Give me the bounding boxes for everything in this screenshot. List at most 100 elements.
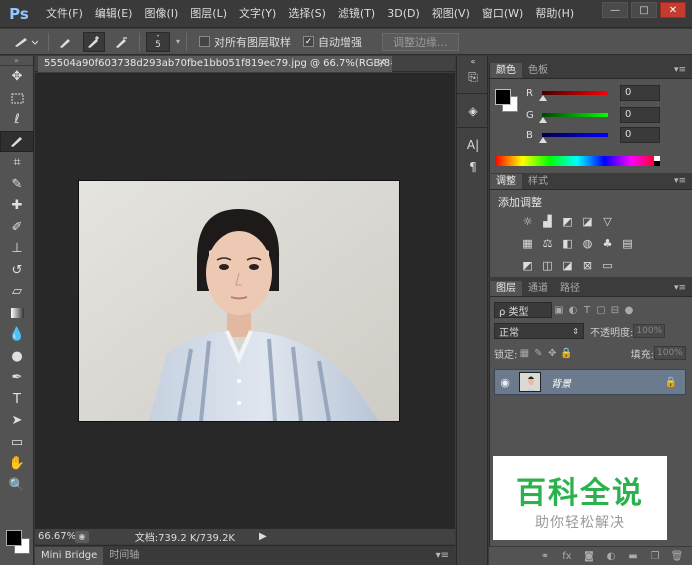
pen-tool-icon[interactable]: ✒ xyxy=(0,367,34,389)
panel-grip-icon[interactable]: » xyxy=(0,56,33,66)
menu-file[interactable]: 文件(F) xyxy=(40,0,89,28)
hand-tool-icon[interactable]: ✋ xyxy=(0,453,34,475)
black-white-icon[interactable]: ◧ xyxy=(560,236,575,250)
layer-style-icon[interactable]: fx xyxy=(560,550,574,562)
menu-image[interactable]: 图像(I) xyxy=(138,0,184,28)
blue-value-field[interactable]: 0 xyxy=(620,127,660,143)
layer-name[interactable]: 背景 xyxy=(551,375,571,390)
invert-icon[interactable]: ◩ xyxy=(520,258,535,272)
panel-menu-icon[interactable]: ▾≡ xyxy=(674,65,686,75)
curves-icon[interactable]: ◩ xyxy=(560,214,575,228)
type-filter-icon[interactable]: T xyxy=(580,304,594,316)
tab-timeline[interactable]: 时间轴 xyxy=(103,547,145,565)
green-slider[interactable] xyxy=(539,113,608,123)
gradient-tool-icon[interactable] xyxy=(0,303,34,325)
status-menu-arrow-icon[interactable]: ▶ xyxy=(259,531,267,542)
threshold-icon[interactable]: ◪ xyxy=(560,258,575,272)
channel-mixer-icon[interactable]: ♣ xyxy=(600,236,615,250)
add-mask-icon[interactable]: ◙ xyxy=(582,550,596,562)
healing-brush-tool-icon[interactable]: ✚ xyxy=(0,195,34,217)
refine-edge-button[interactable]: 调整边缘... xyxy=(382,32,459,51)
adjustment-filter-icon[interactable]: ◐ xyxy=(566,304,580,316)
panel-grip-icon[interactable]: « xyxy=(457,56,489,66)
menu-select[interactable]: 选择(S) xyxy=(282,0,332,28)
tab-color[interactable]: 颜色 xyxy=(490,63,522,78)
move-tool-icon[interactable]: ✥ xyxy=(0,66,34,88)
slider-thumb[interactable] xyxy=(539,137,547,143)
slider-thumb[interactable] xyxy=(539,95,547,101)
minimize-button[interactable]: — xyxy=(602,2,628,18)
dodge-tool-icon[interactable]: ● xyxy=(0,346,34,368)
foreground-color-swatch[interactable] xyxy=(6,530,22,546)
color-lookup-icon[interactable]: ▤ xyxy=(620,236,635,250)
lock-transparent-icon[interactable]: ▦ xyxy=(517,347,531,359)
checkbox-box[interactable] xyxy=(199,36,211,47)
lasso-tool-icon[interactable]: ℓ xyxy=(0,109,34,131)
smart-object-filter-icon[interactable]: ⊟ xyxy=(608,304,622,316)
hue-saturation-icon[interactable]: ▦ xyxy=(520,236,535,250)
visibility-eye-icon[interactable]: ◉ xyxy=(495,376,515,389)
close-button[interactable]: ✕ xyxy=(660,2,686,18)
new-adjustment-layer-icon[interactable]: ◐ xyxy=(604,550,618,562)
new-group-icon[interactable]: ▬ xyxy=(626,550,640,562)
document-photo[interactable] xyxy=(79,181,399,421)
foreground-color-swatch[interactable] xyxy=(495,89,511,105)
type-tool-icon[interactable]: T xyxy=(0,389,34,411)
tab-channels[interactable]: 通道 xyxy=(522,281,554,296)
red-slider[interactable] xyxy=(539,91,608,101)
menu-3d[interactable]: 3D(D) xyxy=(381,0,426,28)
selective-color-icon[interactable]: ⊠ xyxy=(580,258,595,272)
tool-preset-picker[interactable] xyxy=(8,32,42,52)
tab-layers[interactable]: 图层 xyxy=(490,281,522,296)
green-value-field[interactable]: 0 xyxy=(620,107,660,123)
delete-layer-icon[interactable]: 🗑 xyxy=(670,550,684,562)
tab-paths[interactable]: 路径 xyxy=(554,281,586,296)
subtract-from-selection-icon[interactable] xyxy=(111,32,133,52)
tab-styles[interactable]: 样式 xyxy=(522,174,554,189)
menu-edit[interactable]: 编辑(E) xyxy=(89,0,139,28)
brightness-contrast-icon[interactable]: ☼ xyxy=(520,214,535,228)
3d-panel-icon[interactable]: ◈ xyxy=(457,100,489,122)
shape-filter-icon[interactable]: ▢ xyxy=(594,304,608,316)
link-layers-icon[interactable]: ⚭ xyxy=(538,550,552,562)
gradient-map-icon[interactable]: ▭ xyxy=(600,258,615,272)
posterize-icon[interactable]: ◫ xyxy=(540,258,555,272)
panel-menu-icon[interactable]: ▾≡ xyxy=(674,283,686,293)
add-to-selection-icon[interactable] xyxy=(83,31,105,52)
photo-filter-icon[interactable]: ◍ xyxy=(580,236,595,250)
opacity-field[interactable]: 100% xyxy=(633,324,666,338)
maximize-button[interactable]: □ xyxy=(631,2,657,18)
brush-size-picker[interactable]: • 5 xyxy=(146,31,170,52)
color-swatches[interactable] xyxy=(4,524,32,554)
blue-slider[interactable] xyxy=(539,133,608,143)
eraser-tool-icon[interactable]: ▱ xyxy=(0,281,34,303)
document-tab[interactable]: 55504a90f603738d293ab70fbe1bb051f819ec79… xyxy=(38,56,392,72)
eyedropper-tool-icon[interactable]: ✎ xyxy=(0,174,34,196)
menu-window[interactable]: 窗口(W) xyxy=(476,0,529,28)
crop-tool-icon[interactable]: ⌗ xyxy=(0,152,34,174)
zoom-tool-icon[interactable]: 🔍 xyxy=(0,475,34,497)
new-selection-icon[interactable] xyxy=(55,32,77,52)
black-white-swatch[interactable] xyxy=(654,156,660,166)
clone-stamp-tool-icon[interactable]: ⊥ xyxy=(0,238,34,260)
brush-tool-icon[interactable]: ✐ xyxy=(0,217,34,239)
close-document-icon[interactable]: × xyxy=(378,57,390,68)
panel-menu-icon[interactable]: ▾≡ xyxy=(674,176,686,186)
tab-swatches[interactable]: 色板 xyxy=(522,63,554,78)
paragraph-panel-icon[interactable]: ¶ xyxy=(457,156,489,178)
canvas-area[interactable] xyxy=(35,73,455,528)
menu-type[interactable]: 文字(Y) xyxy=(233,0,282,28)
history-panel-icon[interactable]: ⎘ xyxy=(457,66,489,88)
menu-help[interactable]: 帮助(H) xyxy=(529,0,580,28)
character-panel-icon[interactable]: A| xyxy=(457,134,489,156)
menu-layer[interactable]: 图层(L) xyxy=(184,0,233,28)
menu-filter[interactable]: 滤镜(T) xyxy=(332,0,381,28)
panel-menu-icon[interactable]: ▾≡ xyxy=(436,550,449,561)
vibrance-icon[interactable]: ▽ xyxy=(600,214,615,228)
red-value-field[interactable]: 0 xyxy=(620,85,660,101)
layer-background[interactable]: ◉ 背景 🔒 xyxy=(494,369,686,395)
levels-icon[interactable]: ▟ xyxy=(540,214,555,228)
share-icon[interactable]: ◉ xyxy=(75,530,89,543)
new-layer-icon[interactable]: ❐ xyxy=(648,550,662,562)
filter-toggle-icon[interactable]: ● xyxy=(622,304,636,316)
